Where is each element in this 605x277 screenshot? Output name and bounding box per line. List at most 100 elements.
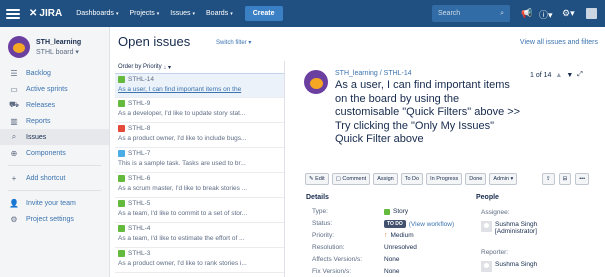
story-icon <box>118 100 125 107</box>
story-icon <box>118 76 125 83</box>
field-value-affects-versions[interactable]: None <box>384 256 400 263</box>
sidebar-item-active-sprints[interactable]: ▭ Active sprints <box>0 81 109 97</box>
plus-icon: + <box>11 173 17 183</box>
issue-secondary-toolbar: ⇪ ⊟ ••• <box>542 173 589 185</box>
nav-boards[interactable]: Boards ▾ <box>206 10 233 17</box>
more-actions-icon[interactable]: ••• <box>575 173 589 185</box>
assignee-value[interactable]: Sushma Singh [Administrator] <box>481 221 537 235</box>
edit-button[interactable]: ✎ Edit <box>305 173 329 185</box>
reports-icon: ▥ <box>10 116 18 126</box>
sprint-icon: ▭ <box>10 84 18 94</box>
breadcrumb-project[interactable]: STH_learning <box>335 70 378 77</box>
issue-action-toolbar: ✎ Edit ▢ Comment Assign To Do In Progres… <box>305 173 518 185</box>
add-shortcut-link[interactable]: + Add shortcut <box>0 170 109 186</box>
sidebar-item-issues[interactable]: ⌕ Issues <box>0 129 109 145</box>
project-name[interactable]: STH_learning <box>36 39 81 46</box>
avatar <box>481 221 492 232</box>
people-heading[interactable]: People <box>476 194 499 201</box>
sidebar-item-reports[interactable]: ▥ Reports <box>0 113 109 129</box>
project-header: STH_learning STHL board ▾ <box>0 27 109 61</box>
backlog-icon: ☰ <box>10 68 18 78</box>
jira-logo[interactable]: ✕ JIRA <box>29 8 62 19</box>
in-progress-button[interactable]: In Progress <box>426 173 463 185</box>
field-label-priority: Priority: <box>312 232 335 239</box>
field-value-fix-versions[interactable]: None <box>384 268 400 275</box>
issue-list-item[interactable]: STHL-14 As a user, I can find important … <box>115 73 284 98</box>
story-icon <box>118 175 125 182</box>
share-icon[interactable]: ⇪ <box>542 173 555 185</box>
sidebar-divider <box>8 165 101 166</box>
sidebar-item-releases[interactable]: ⛟ Releases <box>0 97 109 113</box>
switch-filter-dropdown[interactable]: Switch filter ▾ <box>216 39 251 46</box>
bug-icon <box>118 125 125 132</box>
done-button[interactable]: Done <box>465 173 487 185</box>
invite-team-link[interactable]: 👤 Invite your team <box>0 195 109 211</box>
expand-icon[interactable]: ⤢ <box>577 71 583 79</box>
nav-projects[interactable]: Projects ▾ <box>129 10 159 17</box>
reporter-label: Reporter: <box>481 249 509 256</box>
field-label-fix-versions: Fix Version/s: <box>312 268 352 275</box>
nav-issues[interactable]: Issues ▾ <box>170 10 195 17</box>
issue-list-item[interactable]: STHL-6 As a scrum master, I'd like to br… <box>115 173 284 198</box>
story-icon <box>118 225 125 232</box>
field-value-type: Story <box>384 208 408 215</box>
view-workflow-link[interactable]: (View workflow) <box>409 221 454 228</box>
main-content: Open issues Switch filter ▾ View all iss… <box>110 27 605 277</box>
task-icon <box>118 150 125 157</box>
assign-button[interactable]: Assign <box>373 173 398 185</box>
issue-list-item[interactable]: STHL-5 As a team, I'd like to commit to … <box>115 198 284 223</box>
field-value-priority[interactable]: ↑ Medium <box>384 232 414 239</box>
page-title: Open issues <box>118 34 191 49</box>
issue-list-item[interactable]: STHL-3 As a product owner, I'd like to r… <box>115 248 284 273</box>
search-input[interactable]: Search ⌕ <box>432 5 510 22</box>
assignee-label: Assignee: <box>481 209 510 216</box>
pencil-icon: ✎ <box>309 176 314 182</box>
add-user-icon: 👤 <box>9 198 19 208</box>
nav-dashboards[interactable]: Dashboards ▾ <box>76 10 118 17</box>
next-issue-icon[interactable]: ▼ <box>566 72 573 79</box>
issue-list-item[interactable]: STHL-9 As a developer, I'd like to updat… <box>115 98 284 123</box>
user-avatar[interactable] <box>586 8 597 19</box>
project-settings-link[interactable]: ⚙ Project settings <box>0 211 109 227</box>
gear-icon[interactable]: ⚙▾ <box>562 8 575 19</box>
feedback-icon[interactable]: ⊟ <box>558 173 572 185</box>
breadcrumb-issue-key[interactable]: STHL-14 <box>384 70 412 77</box>
help-icon[interactable]: ⓘ▾ <box>539 8 553 21</box>
issue-list-item[interactable]: STHL-8 As a product owner, I'd like to i… <box>115 123 284 148</box>
field-label-resolution: Resolution: <box>312 244 345 251</box>
story-icon <box>118 250 125 257</box>
field-value-status: TO DO (View workflow) <box>384 220 454 228</box>
issues-icon: ⌕ <box>11 132 17 141</box>
avatar <box>481 261 492 272</box>
sidebar-item-components[interactable]: ⊕ Components <box>0 145 109 161</box>
app-switcher-icon[interactable] <box>6 8 20 19</box>
story-icon <box>384 208 390 215</box>
search-icon: ⌕ <box>500 9 504 17</box>
field-label-type: Type: <box>312 208 328 215</box>
order-by-control[interactable]: Order by Priority ↓ ▾ <box>115 61 284 73</box>
project-avatar[interactable] <box>8 36 30 58</box>
status-badge: TO DO <box>384 220 406 228</box>
issue-detail-panel: STH_learning / STHL-14 As a user, I can … <box>290 61 605 277</box>
details-heading[interactable]: Details <box>306 194 329 201</box>
sidebar-divider <box>8 190 101 191</box>
releases-icon: ⛟ <box>9 100 20 109</box>
notifications-icon[interactable]: 📢 <box>521 8 532 19</box>
components-icon: ⊕ <box>10 148 18 158</box>
reporter-value[interactable]: Sushma Singh <box>481 261 537 272</box>
sidebar-item-backlog[interactable]: ☰ Backlog <box>0 65 109 81</box>
previous-issue-icon[interactable]: ▲ <box>555 72 562 79</box>
board-selector[interactable]: STHL board ▾ <box>36 48 81 56</box>
issue-pager: 1 of 14 ▲ ▼ ⤢ <box>530 71 583 79</box>
project-sidebar: STH_learning STHL board ▾ ☰ Backlog ▭ Acti… <box>0 27 110 277</box>
comment-button[interactable]: ▢ Comment <box>331 173 371 185</box>
admin-dropdown[interactable]: Admin ▾ <box>489 173 518 185</box>
to-do-button[interactable]: To Do <box>400 173 424 185</box>
create-button[interactable]: Create <box>244 6 283 21</box>
breadcrumb: STH_learning / STHL-14 <box>335 70 412 77</box>
issue-list-item[interactable]: STHL-4 As a team, I'd like to estimate t… <box>115 223 284 248</box>
view-all-issues-link[interactable]: View all issues and filters <box>520 39 598 46</box>
field-label-affects-versions: Affects Version/s: <box>312 256 363 263</box>
issue-list-item[interactable]: STHL-7 This is a sample task. Tasks are … <box>115 148 284 173</box>
issue-summary-title[interactable]: As a user, I can find important items on… <box>335 79 525 147</box>
